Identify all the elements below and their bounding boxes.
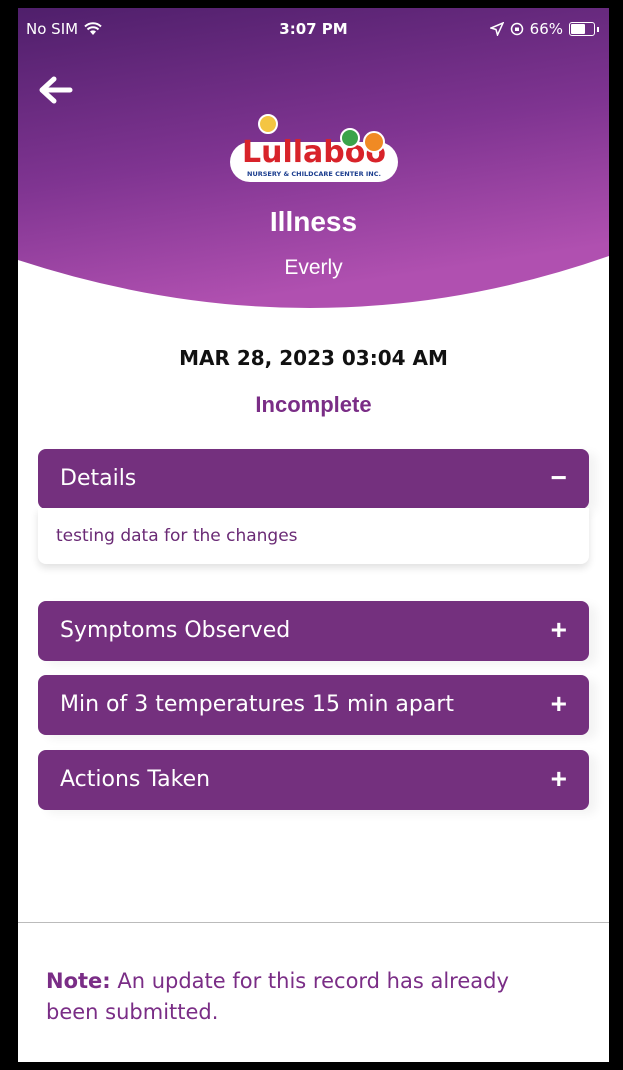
record-datetime: MAR 28, 2023 03:04 AM [179,346,448,370]
footer-divider [18,922,609,923]
child-name: Everly [284,256,343,279]
details-text: testing data for the changes [56,526,298,546]
section-details[interactable]: Details − [38,449,589,509]
details-content: testing data for the changes [38,508,589,564]
update-note: Note: An update for this record has alre… [46,966,566,1028]
record-status: Incomplete [255,392,372,417]
section-label: Actions Taken [60,767,211,792]
section-actions-taken[interactable]: Actions Taken + [38,750,589,810]
battery-icon [569,22,595,36]
arrow-left-icon [39,76,73,104]
page-title: Illness [269,206,358,237]
status-bar: No SIM 3:07 PM 66% [18,8,609,46]
location-arrow-icon [489,22,504,36]
logo-subtext: NURSERY & CHILDCARE CENTER INC. [247,170,381,178]
orientation-lock-icon [510,22,523,36]
back-button[interactable] [36,70,76,110]
app-screen: No SIM 3:07 PM 66% Lullaboo NURSERY & CH… [18,8,609,1062]
note-text: An update for this record has already be… [46,969,509,1024]
section-label: Min of 3 temperatures 15 min apart [60,692,455,717]
battery-percent: 66% [529,20,563,38]
collapse-icon: − [550,462,567,493]
expand-icon: + [550,688,567,719]
note-prefix: Note: [46,969,111,993]
section-symptoms-observed[interactable]: Symptoms Observed + [38,601,589,661]
expand-icon: + [550,763,567,794]
section-label: Symptoms Observed [60,618,291,643]
header: No SIM 3:07 PM 66% Lullaboo NURSERY & CH… [18,8,609,328]
expand-icon: + [550,614,567,645]
lullaboo-logo: Lullaboo NURSERY & CHILDCARE CENTER INC. [224,106,404,190]
section-temperatures[interactable]: Min of 3 temperatures 15 min apart + [38,675,589,735]
section-label: Details [60,466,137,491]
